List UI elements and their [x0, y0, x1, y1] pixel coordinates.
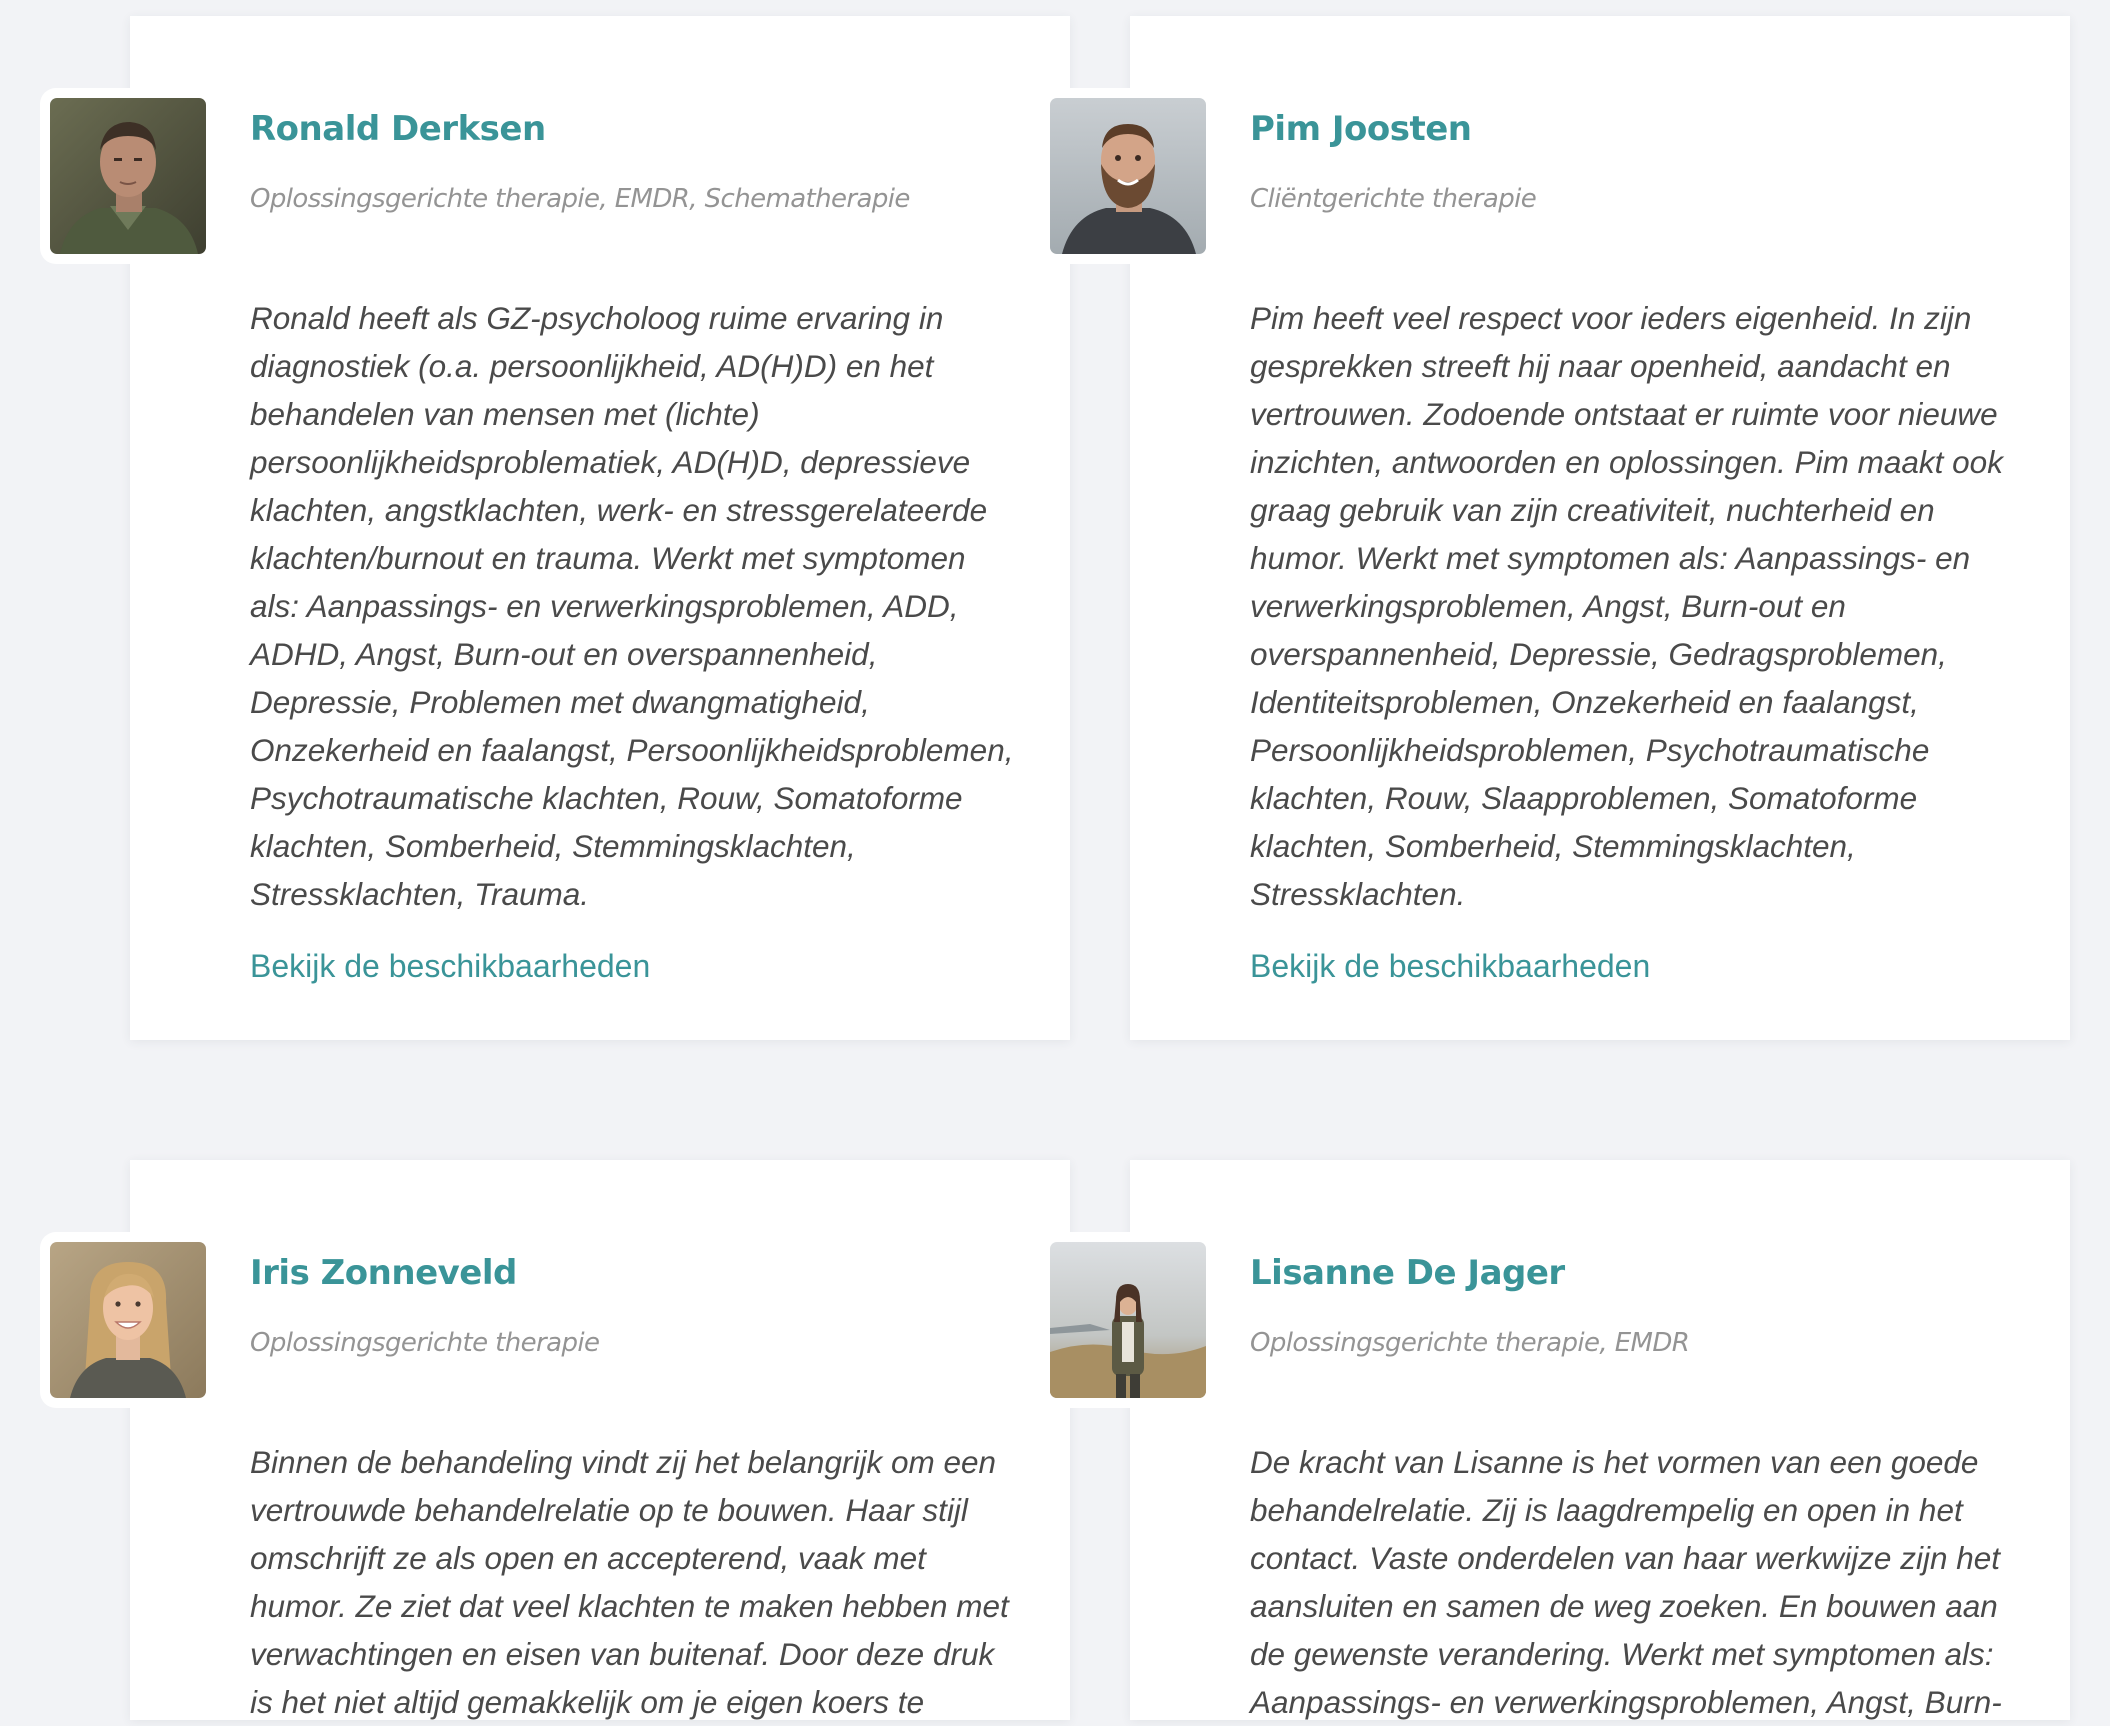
therapist-bio: De kracht van Lisanne is het vormen van … — [1250, 1444, 2002, 1720]
availability-link[interactable]: Bekijk de beschikbaarheden — [250, 948, 650, 985]
therapist-name: Ronald Derksen — [250, 109, 546, 149]
therapist-card: Ronald Derksen Oplossingsgerichte therap… — [40, 16, 1070, 1040]
portrait-blonde-woman-icon — [50, 1242, 206, 1398]
therapist-card: Lisanne De Jager Oplossingsgerichte ther… — [1040, 1160, 2070, 1720]
portrait-bearded-man-icon — [1050, 98, 1206, 254]
therapist-specialties: Cliëntgerichte therapie — [1250, 184, 1537, 214]
therapist-name: Pim Joosten — [1250, 109, 1472, 149]
therapist-specialties: Oplossingsgerichte therapie, EMDR, Schem… — [250, 184, 910, 214]
therapist-bio: Ronald heeft als GZ-psycholoog ruime erv… — [250, 300, 1014, 912]
portrait-woman-landscape-icon — [1050, 1242, 1206, 1398]
therapist-name: Iris Zonneveld — [250, 1253, 517, 1293]
therapist-specialties: Oplossingsgerichte therapie — [250, 1328, 600, 1358]
therapist-specialties: Oplossingsgerichte therapie, EMDR — [1250, 1328, 1690, 1358]
therapist-bio: Binnen de behandeling vindt zij het bela… — [250, 1444, 1009, 1720]
portrait-man-jacket-icon — [50, 98, 206, 254]
therapist-avatar — [1040, 1232, 1216, 1408]
therapist-card: Iris Zonneveld Oplossingsgerichte therap… — [40, 1160, 1070, 1720]
therapist-avatar — [40, 1232, 216, 1408]
therapist-name: Lisanne De Jager — [1250, 1253, 1565, 1293]
therapist-avatar — [1040, 88, 1216, 264]
therapist-card: Pim Joosten Cliëntgerichte therapie Pim … — [1040, 16, 2070, 1040]
therapist-bio: Pim heeft veel respect voor ieders eigen… — [1250, 300, 2003, 912]
therapist-avatar — [40, 88, 216, 264]
availability-link[interactable]: Bekijk de beschikbaarheden — [1250, 948, 1650, 985]
